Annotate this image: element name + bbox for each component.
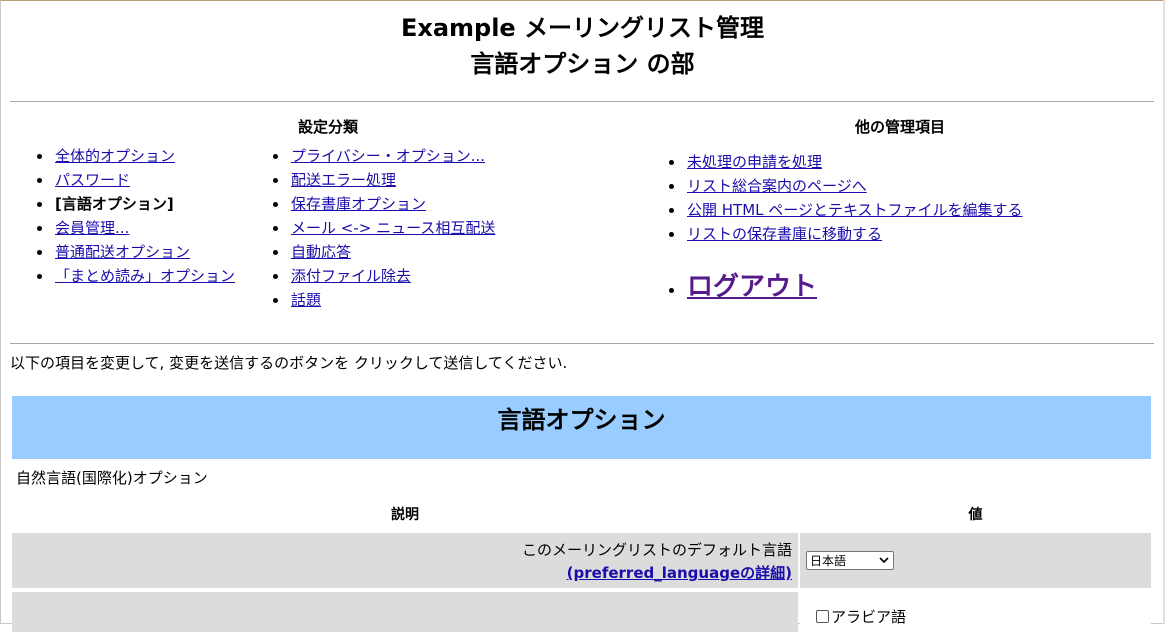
category-item-general[interactable]: 全体的オプション: [36, 144, 235, 168]
other-admin-list: 未処理の申請を処理 リスト総合案内のページへ 公開 HTML ページとテキストフ…: [668, 150, 1023, 246]
category-item-autoreply[interactable]: 自動応答: [272, 240, 495, 264]
category-link-gateway[interactable]: メール <-> ニュース相互配送: [291, 219, 495, 237]
category-link-members[interactable]: 会員管理...: [55, 219, 129, 237]
category-link-contentfilter[interactable]: 添付ファイル除去: [291, 267, 411, 285]
category-item-archive[interactable]: 保存書庫オプション: [272, 192, 495, 216]
category-item-digest[interactable]: 「まとめ読み」オプション: [36, 264, 235, 288]
category-current-language: [言語オプション]: [55, 195, 174, 213]
other-link-archives[interactable]: リストの保存書庫に移動する: [687, 225, 882, 243]
category-link-topics[interactable]: 話題: [291, 291, 321, 309]
divider-bottom: [10, 343, 1154, 344]
section-title: 言語オプション: [497, 406, 666, 434]
column-header-description: 説明: [391, 507, 419, 523]
category-item-members[interactable]: 会員管理...: [36, 216, 235, 240]
divider-top: [10, 101, 1154, 102]
categories-heading: 設定分類: [297, 118, 358, 136]
category-item-language: [言語オプション]: [36, 192, 235, 216]
category-link-archive[interactable]: 保存書庫オプション: [291, 195, 426, 213]
other-item-pending[interactable]: 未処理の申請を処理: [668, 150, 1023, 174]
page-title: Example メーリングリスト管理: [400, 14, 765, 42]
category-item-gateway[interactable]: メール <-> ニュース相互配送: [272, 216, 495, 240]
category-link-general[interactable]: 全体的オプション: [55, 147, 175, 165]
category-link-autoreply[interactable]: 自動応答: [291, 243, 351, 261]
other-admin-heading: 他の管理項目: [854, 118, 945, 136]
other-link-pending[interactable]: 未処理の申請を処理: [687, 153, 822, 171]
column-header-value: 値: [968, 507, 983, 523]
option-description: このメーリングリストのデフォルト言語 (preferred_languageの詳…: [522, 539, 792, 585]
page-frame: [0, 0, 1165, 624]
table-row-value: 日本語: [800, 533, 1151, 588]
chevron-down-icon: [879, 557, 889, 564]
category-link-bounce[interactable]: 配送エラー処理: [291, 171, 396, 189]
other-link-edit-html[interactable]: 公開 HTML ページとテキストファイルを編集する: [687, 201, 1023, 219]
option-description-text: このメーリングリストのデフォルト言語: [521, 541, 792, 559]
table-row-description: このメーリングリストのデフォルト言語 (preferred_languageの詳…: [12, 533, 798, 588]
category-item-contentfilter[interactable]: 添付ファイル除去: [272, 264, 495, 288]
other-link-listinfo[interactable]: リスト総合案内のページへ: [687, 177, 867, 195]
other-item-listinfo[interactable]: リスト総合案内のページへ: [668, 174, 1023, 198]
other-item-archives[interactable]: リストの保存書庫に移動する: [668, 222, 1023, 246]
checkbox-icon[interactable]: [816, 610, 829, 623]
language-select-value: 日本語: [810, 554, 847, 568]
category-item-topics[interactable]: 話題: [272, 288, 495, 312]
table-row-description-2: [12, 592, 798, 632]
logout-item[interactable]: ログアウト: [668, 270, 817, 304]
other-item-edit-html[interactable]: 公開 HTML ページとテキストファイルを編集する: [668, 198, 1023, 222]
categories-list-2: プライバシー・オプション... 配送エラー処理 保存書庫オプション メール <-…: [272, 144, 495, 312]
option-detail-link[interactable]: (preferred_languageの詳細): [567, 564, 792, 582]
category-link-password[interactable]: パスワード: [55, 171, 130, 189]
section-subtitle: 自然言語(国際化)オプション: [16, 469, 208, 487]
section-header: 言語オプション: [12, 396, 1151, 459]
category-item-password[interactable]: パスワード: [36, 168, 235, 192]
category-link-nondigest[interactable]: 普通配送オプション: [55, 243, 190, 261]
categories-list-1: 全体的オプション パスワード [言語オプション] 会員管理... 普通配送オプシ…: [36, 144, 235, 288]
instructions-text: 以下の項目を変更して, 変更を送信するのボタンを クリックして送信してください.: [10, 354, 568, 372]
category-item-bounce[interactable]: 配送エラー処理: [272, 168, 495, 192]
language-select[interactable]: 日本語: [806, 551, 894, 570]
category-item-nondigest[interactable]: 普通配送オプション: [36, 240, 235, 264]
category-item-privacy[interactable]: プライバシー・オプション...: [272, 144, 495, 168]
logout-link[interactable]: ログアウト: [687, 272, 817, 302]
category-link-digest[interactable]: 「まとめ読み」オプション: [55, 267, 235, 285]
table-row-value-2: アラビア語: [800, 592, 1151, 632]
page-subtitle: 言語オプション の部: [470, 50, 695, 78]
category-link-privacy[interactable]: プライバシー・オプション...: [291, 147, 485, 165]
